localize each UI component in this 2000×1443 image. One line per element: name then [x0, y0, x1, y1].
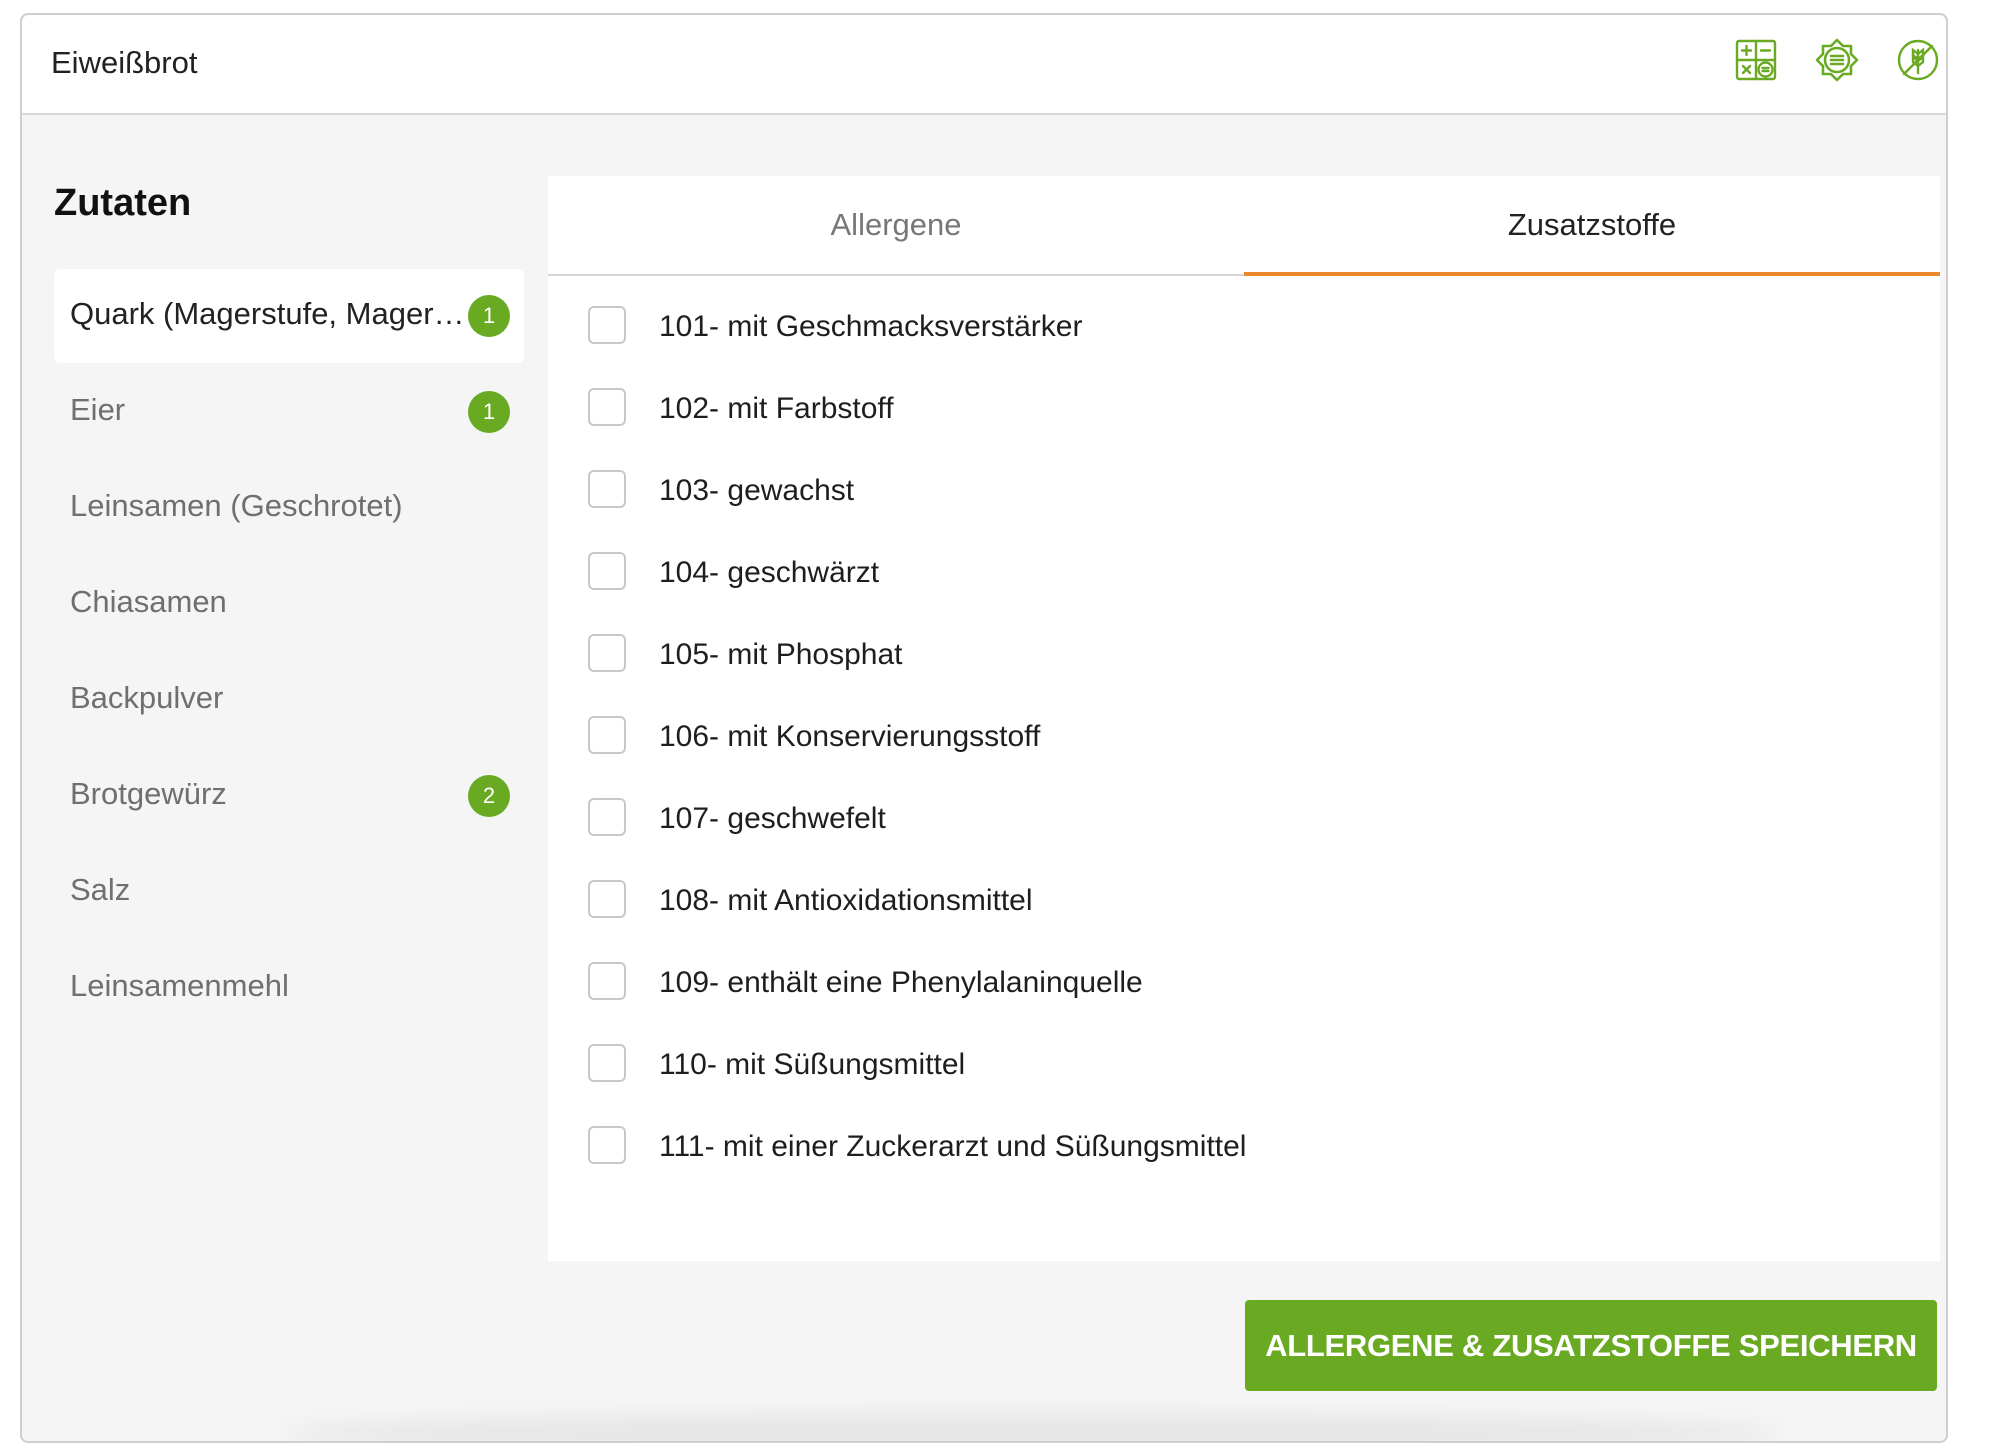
sidebar-item-label: Quark (Magerstufe, Magerquark)	[70, 296, 470, 331]
additive-label: 108- mit Antioxidationsmittel	[659, 884, 1033, 917]
additive-label: 101- mit Geschmacksverstärker	[659, 310, 1083, 343]
additive-label: 111- mit einer Zuckerarzt und Süßungsmit…	[659, 1130, 1247, 1163]
additive-label: 106- mit Konservierungsstoff	[659, 720, 1041, 753]
list-item: 103- gewachst	[548, 470, 1848, 552]
list-item: 111- mit einer Zuckerarzt und Süßungsmit…	[548, 1126, 1848, 1208]
sidebar-item-salz[interactable]: Salz	[54, 845, 524, 939]
sidebar-item-backpulver[interactable]: Backpulver	[54, 653, 524, 747]
sidebar-item-leinsamen[interactable]: Leinsamen (Geschrotet)	[54, 461, 524, 555]
title-bar: Eiweißbrot	[22, 15, 1946, 115]
tab-bar: Allergene Zusatzstoffe	[548, 176, 1940, 276]
sidebar-item-label: Chiasamen	[70, 584, 227, 619]
count-badge: 2	[468, 775, 510, 817]
sidebar-item-label: Salz	[70, 872, 131, 907]
sidebar-item-label: Eier	[70, 392, 126, 427]
checkbox[interactable]	[588, 306, 626, 344]
save-button[interactable]: ALLERGENE & ZUSATZSTOFFE SPEICHERN	[1245, 1300, 1937, 1391]
checkbox[interactable]	[588, 552, 626, 590]
list-item: 104- geschwärzt	[548, 552, 1848, 634]
additive-label: 105- mit Phosphat	[659, 638, 903, 671]
recipe-title: Eiweißbrot	[51, 45, 198, 80]
additive-label: 109- enthält eine Phenylalaninquelle	[659, 966, 1143, 999]
additive-label: 104- geschwärzt	[659, 556, 880, 589]
list-item: 106- mit Konservierungsstoff	[548, 716, 1848, 798]
ingredients-list: Quark (Magerstufe, Magerquark) 1 Eier 1 …	[54, 269, 524, 1037]
additives-list: 101- mit Geschmacksverstärker 102- mit F…	[548, 306, 1848, 1208]
checkbox[interactable]	[588, 798, 626, 836]
list-item: 105- mit Phosphat	[548, 634, 1848, 716]
additive-label: 103- gewachst	[659, 474, 855, 507]
checkbox[interactable]	[588, 1044, 626, 1082]
sidebar-item-label: Leinsamenmehl	[70, 968, 289, 1003]
gluten-free-icon[interactable]	[1895, 37, 1941, 83]
count-badge: 1	[468, 391, 510, 433]
sidebar-item-brotgewuerz[interactable]: Brotgewürz 2	[54, 749, 524, 843]
ingredients-heading: Zutaten	[54, 182, 192, 224]
nutrition-settings-icon[interactable]	[1814, 37, 1860, 83]
sidebar-item-label: Leinsamen (Geschrotet)	[70, 488, 403, 523]
sidebar-item-label: Backpulver	[70, 680, 224, 715]
detail-panel: Allergene Zusatzstoffe 101- mit Geschmac…	[548, 176, 1940, 1261]
checkbox[interactable]	[588, 634, 626, 672]
sidebar-item-label: Brotgewürz	[70, 776, 227, 811]
list-item: 107- geschwefelt	[548, 798, 1848, 880]
list-item: 110- mit Süßungsmittel	[548, 1044, 1848, 1126]
list-item: 109- enthält eine Phenylalaninquelle	[548, 962, 1848, 1044]
checkbox[interactable]	[588, 962, 626, 1000]
tab-zusatzstoffe[interactable]: Zusatzstoffe	[1244, 176, 1940, 276]
checkbox[interactable]	[588, 880, 626, 918]
checkbox[interactable]	[588, 388, 626, 426]
count-badge: 1	[468, 295, 510, 337]
checkbox[interactable]	[588, 1126, 626, 1164]
dialog-window: Eiweißbrot Zutaten Quark (Magerstufe, Ma…	[20, 13, 1948, 1443]
additive-label: 102- mit Farbstoff	[659, 392, 894, 425]
list-item: 101- mit Geschmacksverstärker	[548, 306, 1848, 388]
additive-label: 110- mit Süßungsmittel	[659, 1048, 966, 1081]
list-item: 108- mit Antioxidationsmittel	[548, 880, 1848, 962]
sidebar-item-chiasamen[interactable]: Chiasamen	[54, 557, 524, 651]
sidebar-item-leinsamenmehl[interactable]: Leinsamenmehl	[54, 941, 524, 1035]
list-item: 102- mit Farbstoff	[548, 388, 1848, 470]
sidebar-item-quark[interactable]: Quark (Magerstufe, Magerquark) 1	[54, 269, 524, 363]
checkbox[interactable]	[588, 716, 626, 754]
calculator-icon[interactable]	[1733, 37, 1779, 83]
checkbox[interactable]	[588, 470, 626, 508]
additive-label: 107- geschwefelt	[659, 802, 886, 835]
sidebar-item-eier[interactable]: Eier 1	[54, 365, 524, 459]
tab-allergene[interactable]: Allergene	[548, 176, 1244, 276]
